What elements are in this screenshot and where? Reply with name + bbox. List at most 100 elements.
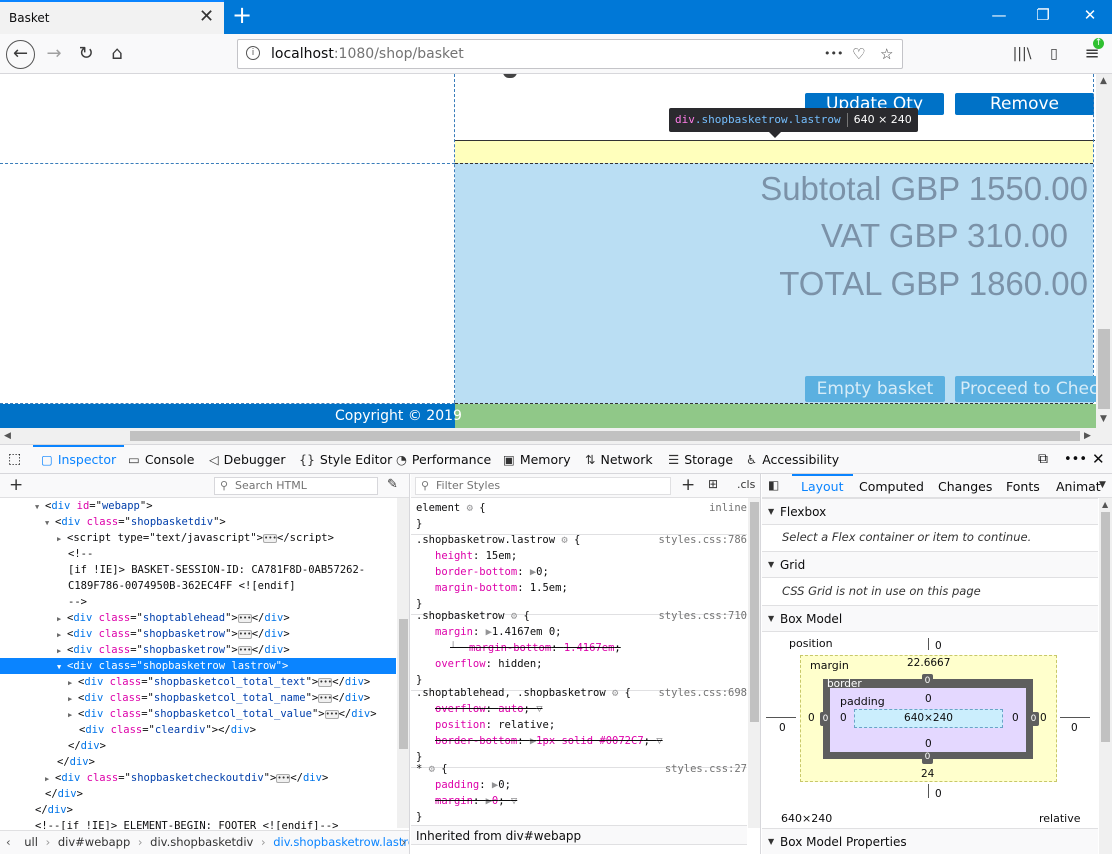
rule-selector[interactable]: .shoptablehead, .shopbasketrow [416, 687, 606, 699]
scroll-thumb[interactable] [1098, 329, 1110, 409]
border-right-value[interactable]: 0 [1028, 712, 1039, 726]
border-bottom-value[interactable]: 0 [922, 750, 933, 764]
tab-layout[interactable]: Layout [792, 474, 853, 498]
gear-icon[interactable]: ⚙ [561, 534, 567, 546]
info-icon[interactable]: i [246, 46, 260, 60]
breadcrumb-item-current[interactable]: div.shopbasketrow.lastrow [273, 835, 409, 849]
layout-scrollbar[interactable]: ▲ [1099, 498, 1112, 854]
filter-icon[interactable]: ▽ [536, 703, 542, 715]
tree-node[interactable]: ▶ <div class="shopbasketcheckoutdiv">•••<… [0, 770, 396, 786]
reload-button[interactable]: ↻ [72, 40, 100, 68]
position-right-value[interactable]: 0 [1071, 722, 1078, 734]
tab-basket[interactable]: Basket ✕ [0, 0, 224, 34]
eyedropper-icon[interactable]: ✎ [387, 477, 398, 492]
filter-styles-input[interactable]: Filter Styles [415, 477, 671, 495]
scroll-thumb-horizontal[interactable] [130, 431, 1080, 441]
box-model-properties-section[interactable]: Box Model Properties [762, 828, 1098, 854]
declaration[interactable]: margin-bottom: 1.5em; [416, 580, 747, 596]
rule-source[interactable]: inline [709, 500, 747, 516]
rule-source[interactable]: styles.css:710 [658, 608, 747, 624]
tree-node[interactable]: ▼ <div class="shopbasketdiv"> [0, 514, 396, 530]
tree-node[interactable]: ▶ <div class="shopbasketcol_total_name">•… [0, 690, 396, 706]
empty-basket-button[interactable]: Empty basket [805, 376, 945, 402]
tab-performance[interactable]: ◔ Performance [396, 445, 491, 474]
window-close-icon[interactable]: ✕ [1070, 6, 1110, 24]
tree-node-selected[interactable]: ▼ <div class="shopbasketrow lastrow"> [0, 658, 396, 674]
tree-node[interactable]: ▶ <div class="shoptablehead">•••</div> [0, 610, 396, 626]
tab-computed[interactable]: Computed [859, 479, 924, 494]
search-html-input[interactable]: Search HTML [214, 477, 378, 495]
tab-memory[interactable]: ▣ Memory [503, 445, 571, 474]
add-node-icon[interactable]: + [9, 475, 23, 495]
margin-bottom-value[interactable]: 24 [921, 768, 934, 780]
position-bottom-value[interactable]: 0 [935, 788, 942, 800]
markup-scroll-thumb[interactable] [399, 619, 408, 749]
toggle-sidebar-icon[interactable]: ◧ [768, 478, 779, 492]
breadcrumb-item[interactable]: ull [24, 835, 38, 849]
padding-top-value[interactable]: 0 [925, 693, 932, 705]
margin-left-value[interactable]: 0 [808, 712, 815, 724]
close-tab-icon[interactable]: ✕ [199, 8, 214, 26]
tree-comment[interactable]: [if !IE]> BASKET-SESSION-ID: CA781F8D-0A… [0, 562, 396, 578]
home-button[interactable]: ⌂ [103, 40, 131, 68]
tab-debugger[interactable]: ◁ Debugger [209, 445, 286, 474]
tab-inspector[interactable]: ▢ Inspector [33, 445, 125, 474]
gear-icon[interactable]: ⚙ [511, 610, 517, 622]
tree-comment[interactable]: <!-- [0, 546, 396, 562]
rules-scroll-thumb[interactable] [750, 502, 759, 722]
markup-scrollbar[interactable] [397, 498, 409, 828]
tree-close[interactable]: </div> [0, 802, 396, 818]
flexbox-section[interactable]: Flexbox [762, 498, 1098, 525]
rule-selector[interactable]: .shopbasketrow [416, 610, 505, 622]
tree-comment[interactable]: C189F786-0074950B-362EC4FF <![endif] [0, 578, 396, 594]
url-bar[interactable]: i localhost:1080/shop/basket ••• ♡ ☆ [237, 39, 903, 69]
tree-node[interactable]: <div class="cleardiv"></div> [0, 722, 396, 738]
filter-icon[interactable]: ▽ [656, 735, 662, 747]
padding-left-value[interactable]: 0 [840, 712, 847, 724]
rule-source[interactable]: styles.css:786 [658, 532, 747, 548]
dock-icon[interactable]: ⧉ [1038, 445, 1048, 474]
breadcrumb-item[interactable]: div#webapp [58, 835, 130, 849]
tabs-overflow-icon[interactable]: ▼ [1099, 480, 1106, 490]
rule-source[interactable]: styles.css:698 [658, 685, 747, 701]
declaration[interactable]: margin: ▶1.4167em 0; [416, 624, 747, 640]
tab-style-editor[interactable]: {} Style Editor [299, 445, 392, 474]
page-actions-icon[interactable]: ••• [824, 47, 843, 60]
margin-right-value[interactable]: 0 [1040, 712, 1047, 724]
tree-close[interactable]: </div> [0, 738, 396, 754]
tree-node[interactable]: ▶ <div class="shopbasketcol_total_text">•… [0, 674, 396, 690]
tree-node[interactable]: ▼ <div id="webapp"> [0, 498, 396, 514]
tab-accessibility[interactable]: ♿ Accessibility [746, 445, 839, 474]
devtools-close-icon[interactable]: ✕ [1092, 445, 1105, 474]
padding-bottom-value[interactable]: 0 [925, 738, 932, 750]
toggle-pseudo-icon[interactable]: ⊞ [708, 477, 718, 491]
tab-fonts[interactable]: Fonts [1006, 479, 1040, 494]
tree-node[interactable]: ▶ <script type="text/javascript">•••</scr… [0, 530, 396, 546]
declaration-overridden[interactable]: border-bottom: ▶1px solid #0072C7; ▽ [416, 733, 747, 749]
margin-top-value[interactable]: 22.6667 [907, 657, 950, 669]
sidebar-icon[interactable]: ▯ [1040, 40, 1068, 68]
tab-storage[interactable]: ☰ Storage [668, 445, 733, 474]
declaration[interactable]: border-bottom: ▶0; [416, 564, 747, 580]
new-tab-button[interactable]: + [230, 3, 254, 29]
back-button[interactable]: ← [6, 40, 35, 69]
tab-changes[interactable]: Changes [938, 479, 992, 494]
declaration[interactable]: position: relative; [416, 717, 747, 733]
layout-scroll-thumb[interactable] [1101, 512, 1110, 742]
declaration-overridden[interactable]: └─ margin-bottom: 1.4167em; [416, 640, 747, 656]
more-options-icon[interactable]: ••• [1064, 445, 1087, 474]
breadcrumb-item[interactable]: div.shopbasketdiv [150, 835, 253, 849]
remove-button[interactable]: Remove [955, 93, 1094, 115]
pocket-icon[interactable]: ♡ [852, 45, 865, 63]
scroll-up-icon[interactable]: ▲ [1100, 76, 1107, 86]
position-top-value[interactable]: 0 [935, 640, 942, 652]
rules-scrollbar[interactable] [748, 498, 760, 828]
scroll-right-icon[interactable]: ▶ [1084, 431, 1091, 441]
tree-close[interactable]: </div> [0, 786, 396, 802]
element-picker-icon[interactable]: ⬚ [8, 445, 21, 474]
box-content-size[interactable]: 640×240 [854, 709, 1003, 728]
breadcrumb-left-icon[interactable]: ‹ [6, 835, 11, 849]
rule-selector[interactable]: .shopbasketrow.lastrow [416, 534, 555, 546]
page-horizontal-scrollbar[interactable]: ◀ ▶ [0, 428, 1112, 444]
declaration[interactable]: overflow: hidden; [416, 656, 747, 672]
